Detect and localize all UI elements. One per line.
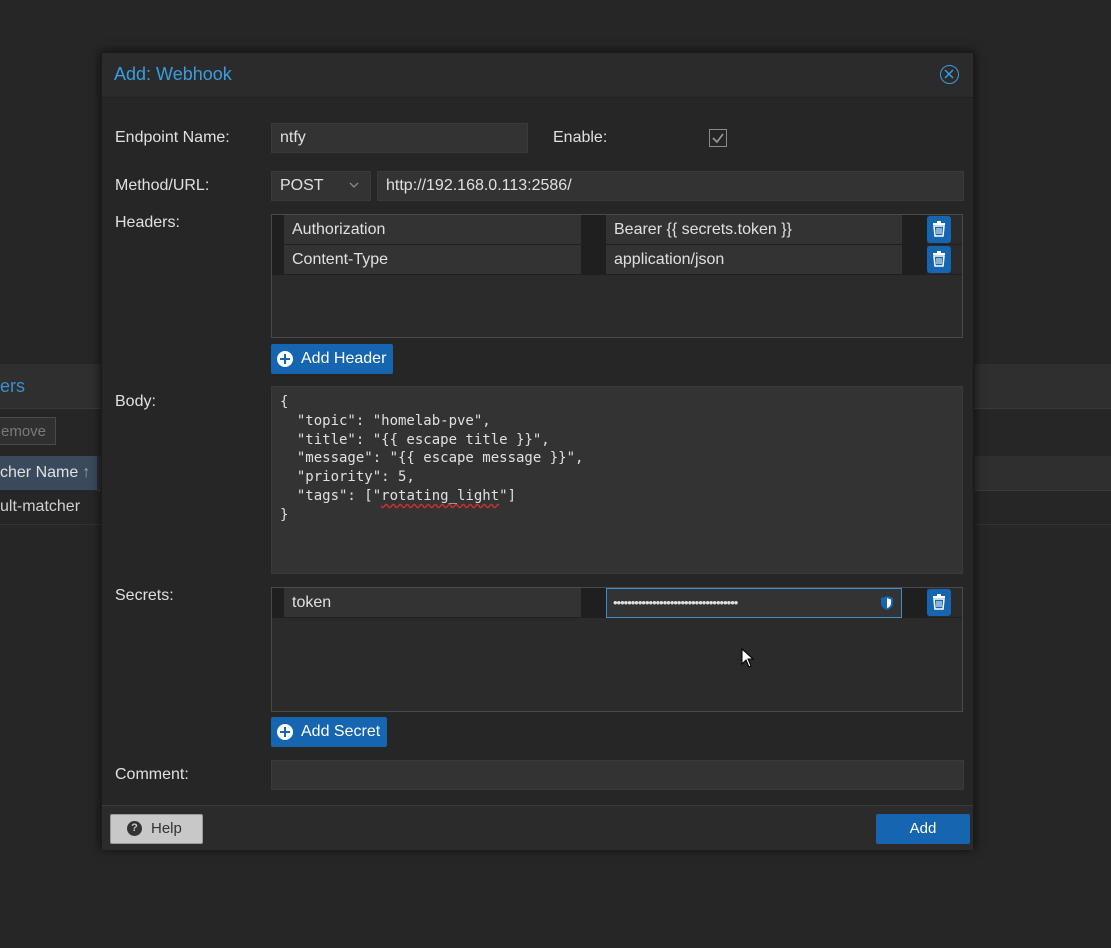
headers-grid: Authorization Bearer {{ secrets.token }}… [271, 214, 963, 338]
body-line: } [280, 506, 289, 523]
row-spacer [272, 245, 284, 274]
close-icon[interactable] [940, 65, 959, 84]
delete-secret-button[interactable] [927, 589, 951, 616]
secret-row: token ••••••••••••••••••••••••••••••••••… [272, 588, 962, 618]
comment-input[interactable] [271, 760, 964, 790]
body-line: "topic": "homelab-pve", [280, 412, 491, 429]
secret-value-masked: ••••••••••••••••••••••••••••••••••• [613, 595, 738, 610]
add-secret-button[interactable]: Add Secret [271, 717, 387, 747]
row-spacer [272, 215, 284, 244]
secrets-label: Secrets: [115, 587, 174, 604]
row-spacer [581, 215, 606, 244]
add-header-label: Add Header [301, 350, 387, 367]
password-manager-shield-icon[interactable] [879, 595, 895, 611]
dialog-header: Add: Webhook [102, 53, 973, 97]
secrets-grid: token ••••••••••••••••••••••••••••••••••… [271, 587, 963, 712]
row-spacer [902, 588, 927, 617]
header-value-input[interactable]: application/json [606, 245, 902, 274]
trash-icon [933, 251, 945, 267]
header-row: Authorization Bearer {{ secrets.token }} [272, 215, 962, 245]
mouse-cursor-icon [741, 648, 755, 668]
method-select-value: POST [280, 177, 324, 194]
row-spacer [581, 588, 606, 617]
secret-key-input[interactable]: token [284, 588, 581, 617]
column-header-label: cher Name [0, 464, 79, 481]
delete-header-button[interactable] [927, 246, 951, 273]
add-circle-icon [277, 351, 293, 367]
body-line: "] [499, 487, 517, 504]
row-spacer [581, 245, 606, 274]
dialog-body: Endpoint Name: ntfy Enable: Method/URL: … [102, 97, 973, 805]
add-button[interactable]: Add [876, 814, 970, 844]
enable-checkbox[interactable] [709, 129, 727, 147]
body-line: "tags": [" [280, 487, 382, 504]
add-secret-label: Add Secret [301, 723, 381, 740]
background-remove-button[interactable]: emove [0, 417, 56, 445]
method-url-label: Method/URL: [115, 177, 210, 194]
spellcheck-word: rotating_light [381, 487, 500, 504]
body-line: "title": "{{ escape title }}", [280, 431, 550, 448]
delete-header-button[interactable] [927, 216, 951, 243]
method-select[interactable]: POST [271, 171, 371, 201]
add-circle-icon [277, 724, 293, 740]
comment-label: Comment: [115, 766, 189, 783]
endpoint-name-input[interactable]: ntfy [271, 123, 528, 153]
trash-icon [933, 221, 945, 237]
body-line: "priority": 5, [280, 469, 415, 486]
add-header-button[interactable]: Add Header [271, 344, 393, 374]
header-value-input[interactable]: Bearer {{ secrets.token }} [606, 215, 902, 244]
secret-value-input[interactable]: ••••••••••••••••••••••••••••••••••• [606, 588, 902, 618]
endpoint-name-label: Endpoint Name: [115, 129, 230, 146]
header-key-input[interactable]: Authorization [284, 215, 581, 244]
row-spacer [272, 588, 284, 617]
body-textarea[interactable]: { "topic": "homelab-pve", "title": "{{ e… [271, 386, 963, 574]
headers-label: Headers: [115, 214, 180, 231]
body-line: "message": "{{ escape message }}", [280, 450, 584, 467]
question-circle-icon: ? [127, 821, 142, 836]
help-button[interactable]: ? Help [110, 814, 203, 844]
body-label: Body: [115, 393, 156, 410]
trash-icon [933, 594, 945, 610]
url-input[interactable]: http://192.168.0.113:2586/ [377, 171, 964, 201]
body-line: { [280, 394, 289, 410]
background-column-header[interactable]: cher Name ↑ [0, 456, 97, 490]
sort-arrow-icon: ↑ [82, 464, 91, 481]
row-spacer [902, 245, 927, 274]
header-key-input[interactable]: Content-Type [284, 245, 581, 274]
row-spacer [902, 215, 927, 244]
enable-label: Enable: [553, 129, 608, 146]
dialog-title: Add: Webhook [114, 64, 232, 84]
background-panel-title: ers [0, 376, 26, 396]
help-button-label: Help [151, 820, 182, 837]
add-webhook-dialog: Add: Webhook Endpoint Name: ntfy Enable:… [101, 52, 974, 850]
header-row: Content-Type application/json [272, 245, 962, 275]
chevron-down-icon [349, 182, 359, 188]
dialog-footer: ? Help Add [102, 805, 973, 850]
